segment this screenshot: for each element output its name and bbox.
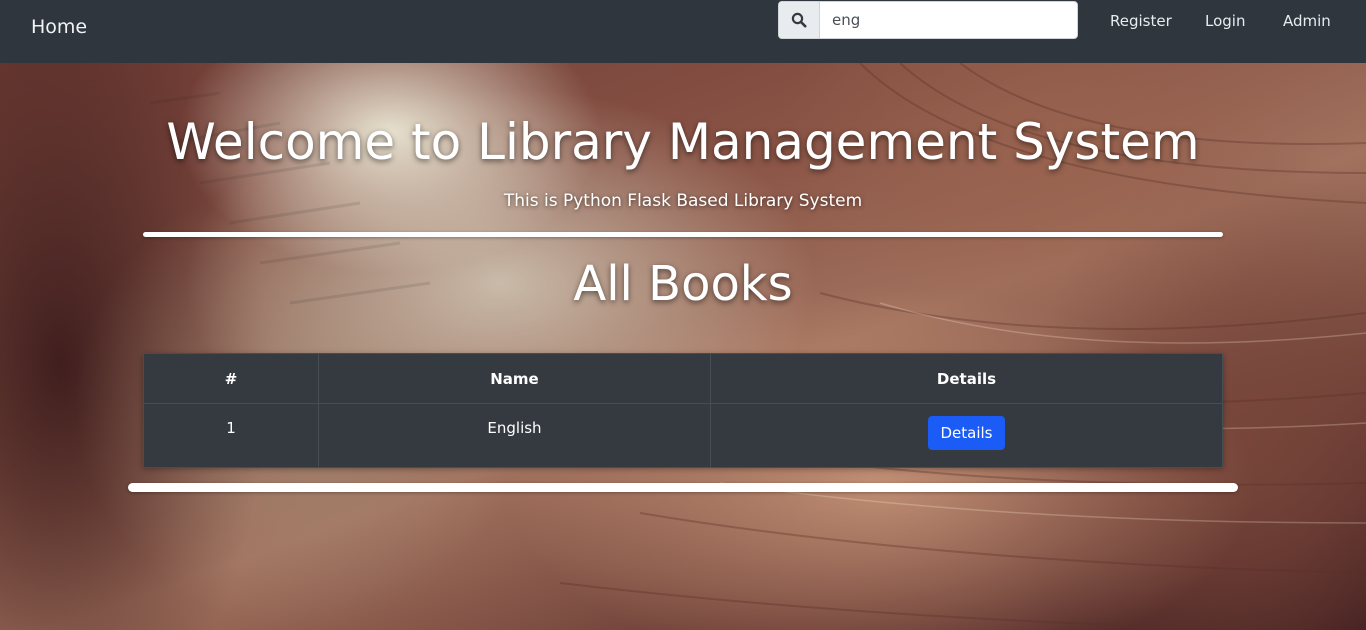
divider (128, 483, 1238, 492)
admin-link[interactable]: Admin (1283, 12, 1331, 30)
books-table: # Name Details 1 English Details (143, 353, 1223, 468)
column-header-details: Details (710, 353, 1223, 404)
cell-number: 1 (143, 403, 319, 468)
search-icon (791, 12, 807, 28)
search-button[interactable] (779, 2, 820, 38)
column-header-name: Name (318, 353, 711, 404)
login-link[interactable]: Login (1205, 12, 1245, 30)
hero-subtitle: This is Python Flask Based Library Syste… (503, 191, 863, 211)
search-bar (778, 1, 1078, 39)
details-button[interactable]: Details (928, 416, 1005, 450)
search-input[interactable] (820, 2, 1077, 38)
hero-title: Welcome to Library Management System (166, 113, 1200, 171)
table-row: 1 English Details (143, 403, 1223, 468)
column-header-number: # (143, 353, 319, 404)
top-navbar: Home Register Login Admin (0, 0, 1366, 63)
cell-details: Details (710, 403, 1223, 468)
table-header-row: # Name Details (143, 353, 1223, 404)
home-link[interactable]: Home (31, 16, 87, 38)
section-title: All Books (573, 256, 793, 312)
register-link[interactable]: Register (1110, 12, 1172, 30)
cell-name: English (318, 403, 711, 468)
divider (143, 232, 1223, 237)
hero-section: Welcome to Library Management System Thi… (0, 63, 1366, 630)
